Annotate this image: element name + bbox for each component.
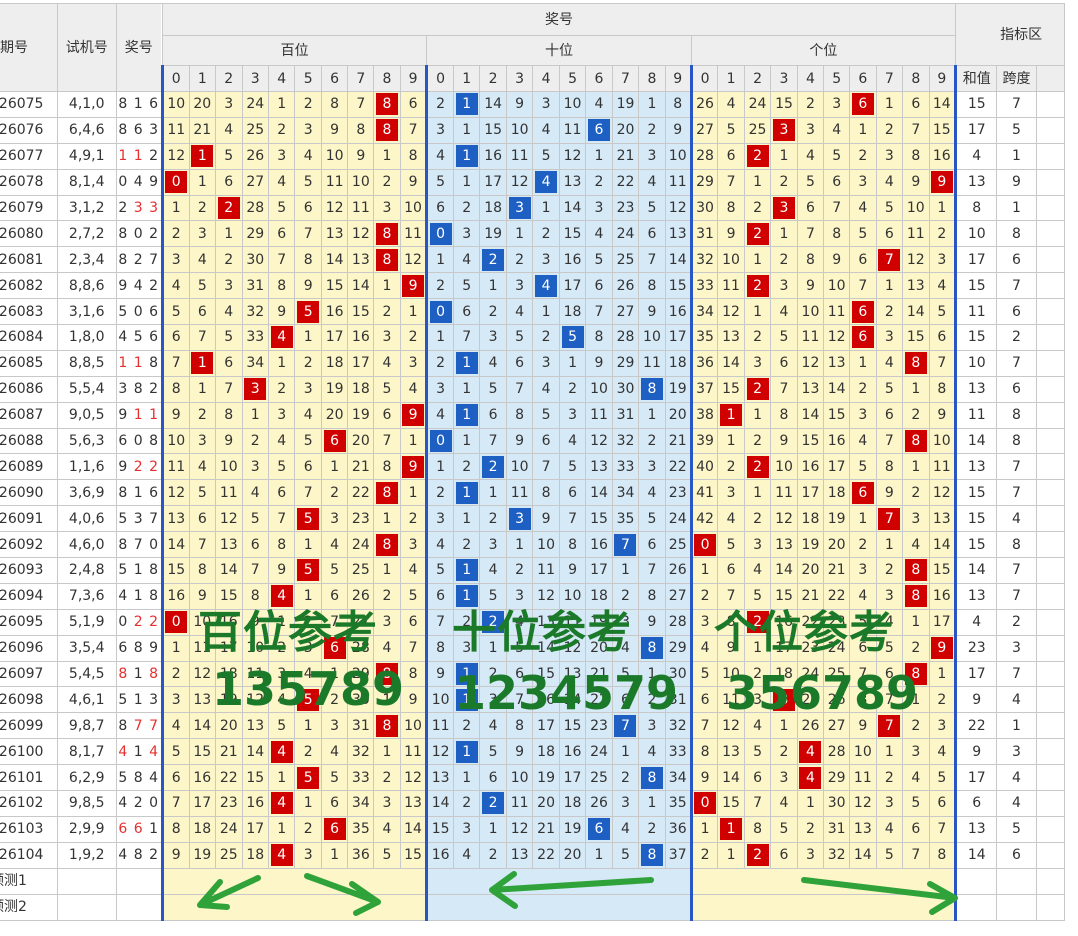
lottery-trend-chart: 期号 试机号 奖号 奖号 指标区 百位 十位 个位 01234567890123… [0,0,1078,936]
left-arrow-tens [489,871,654,909]
right-arrow-hundreds [304,873,381,916]
left-arrow-hundreds [197,875,261,910]
arrow-annotations [197,871,958,916]
right-arrow-units [801,877,958,915]
